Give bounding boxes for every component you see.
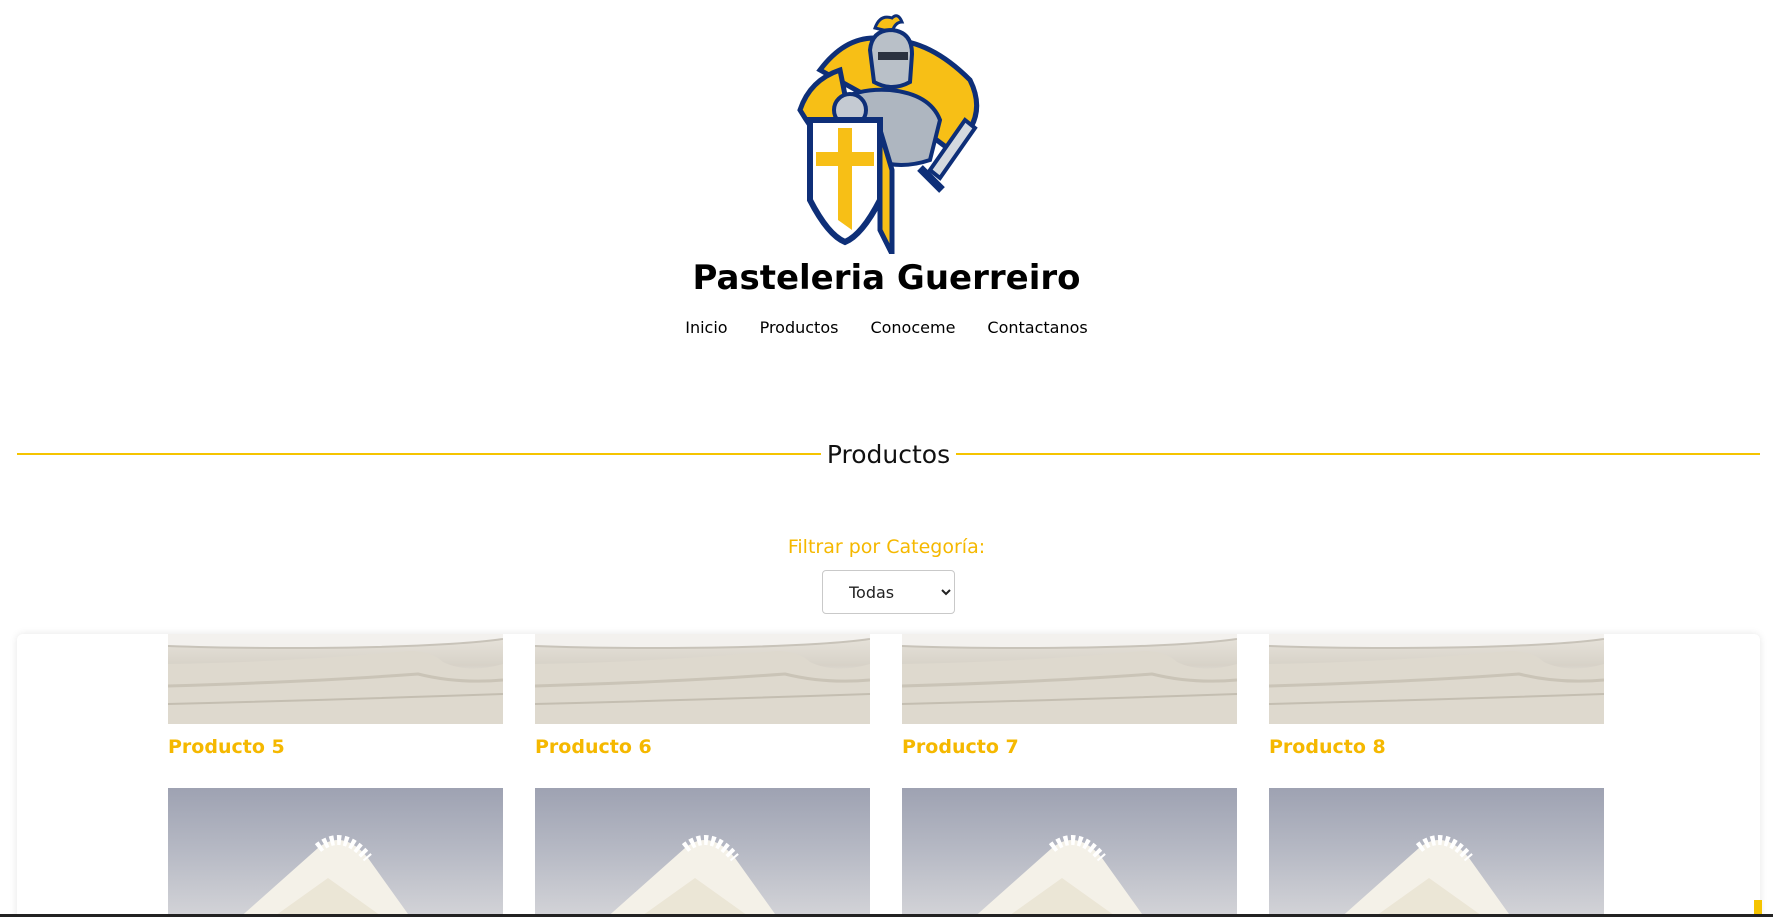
divider-right: [956, 453, 1760, 455]
product-image[interactable]: [902, 634, 1237, 724]
nav-item-conoceme[interactable]: Conoceme: [870, 318, 955, 337]
category-filter-select[interactable]: Todas: [822, 570, 955, 614]
filter-label: Filtrar por Categoría:: [787, 536, 986, 558]
product-image[interactable]: [1269, 634, 1604, 724]
napkin-photo: [168, 634, 503, 724]
nav-item-contactanos[interactable]: Contactanos: [987, 318, 1087, 337]
product-name[interactable]: Producto 5: [168, 736, 503, 758]
cake-photo: [240, 835, 411, 917]
divider-left: [17, 453, 821, 455]
cake-photo: [607, 835, 778, 917]
product-card[interactable]: Producto 5: [168, 634, 503, 758]
cake-photo: [1341, 835, 1512, 917]
knight-logo[interactable]: [780, 10, 996, 254]
product-card[interactable]: Producto 8: [1269, 634, 1604, 758]
product-image[interactable]: [535, 788, 870, 917]
product-name[interactable]: Producto 7: [902, 736, 1237, 758]
cake-photo: [974, 835, 1145, 917]
product-name[interactable]: Producto 6: [535, 736, 870, 758]
section-title: Productos: [826, 439, 951, 469]
napkin-photo: [902, 634, 1237, 724]
main-nav: Inicio Productos Conoceme Contactanos: [0, 318, 1773, 337]
product-image[interactable]: [902, 788, 1237, 917]
product-image[interactable]: [168, 634, 503, 724]
product-image[interactable]: [168, 788, 503, 917]
product-card[interactable]: Producto 7: [902, 634, 1237, 758]
product-image[interactable]: [1269, 788, 1604, 917]
product-image[interactable]: [535, 634, 870, 724]
nav-item-productos[interactable]: Productos: [760, 318, 839, 337]
products-section-heading: Productos: [17, 438, 1760, 470]
product-card[interactable]: Producto 6: [535, 634, 870, 758]
napkin-photo: [1269, 634, 1604, 724]
napkin-photo: [535, 634, 870, 724]
nav-item-inicio[interactable]: Inicio: [685, 318, 727, 337]
site-title: Pasteleria Guerreiro: [692, 258, 1081, 298]
product-name[interactable]: Producto 8: [1269, 736, 1604, 758]
